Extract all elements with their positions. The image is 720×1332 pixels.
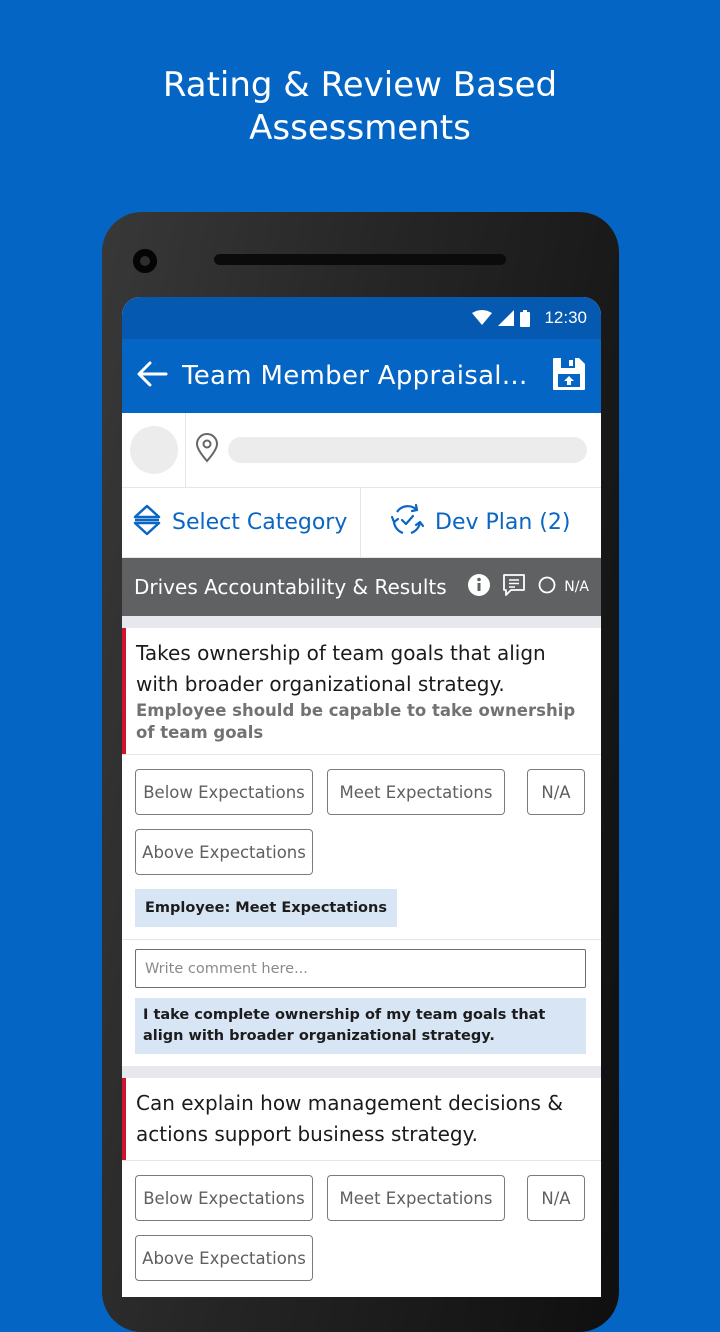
phone-screen: 12:30 Team Member Appraisal... Select Ca… [122,297,601,1297]
na-radio[interactable] [537,575,557,600]
employee-rating-badge: Employee: Meet Expectations [135,889,397,927]
rating-na[interactable]: N/A [527,1175,585,1221]
action-row: Select Category Dev Plan (2) [122,488,601,558]
signal-icon [498,310,515,326]
question-text: Takes ownership of team goals that align… [136,641,546,696]
save-upload-icon [551,356,587,397]
category-name: Drives Accountability & Results [134,575,447,599]
question-card: Takes ownership of team goals that align… [122,628,601,1066]
info-icon[interactable] [467,573,491,602]
question-header: Takes ownership of team goals that align… [122,628,601,754]
comment-input[interactable] [135,949,586,988]
rating-below-expectations[interactable]: Below Expectations [135,769,313,815]
comment-icon[interactable] [501,572,527,603]
rating-options: Below Expectations Meet Expectations N/A… [122,754,601,939]
dev-plan-label: Dev Plan (2) [435,510,571,535]
promo-headline-line2: Assessments [249,108,471,148]
employee-comment: I take complete ownership of my team goa… [135,998,586,1054]
arrow-left-icon [136,361,168,392]
rating-meet-expectations[interactable]: Meet Expectations [327,769,505,815]
section-divider [122,616,601,628]
status-time: 12:30 [544,308,587,327]
dev-plan-button[interactable]: Dev Plan (2) [361,488,601,557]
category-header: Drives Accountability & Results N/A [122,558,601,616]
question-header: Can explain how management decisions & a… [122,1078,601,1160]
avatar[interactable] [129,426,178,474]
na-radio-label: N/A [564,579,589,595]
location-placeholder [228,437,587,463]
speaker-grille [214,254,506,265]
status-bar: 12:30 [122,297,601,339]
app-bar: Team Member Appraisal... [122,339,601,413]
question-hint: Employee should be capable to take owner… [136,701,576,742]
rating-above-expectations[interactable]: Above Expectations [135,829,313,875]
comment-section: I take complete ownership of my team goa… [122,939,601,1066]
profile-row [122,413,601,488]
question-text: Can explain how management decisions & a… [136,1091,563,1146]
promo-headline: Rating & Review Based Assessments [0,64,720,150]
page-title: Team Member Appraisal... [182,361,528,391]
question-card: Can explain how management decisions & a… [122,1078,601,1297]
promo-headline-line1: Rating & Review Based [162,65,558,105]
save-button[interactable] [547,354,591,398]
battery-icon [520,309,531,327]
rating-below-expectations[interactable]: Below Expectations [135,1175,313,1221]
rating-options: Below Expectations Meet Expectations N/A… [122,1160,601,1297]
rating-above-expectations[interactable]: Above Expectations [135,1235,313,1281]
location-pin-icon [194,432,220,468]
front-camera [133,249,157,273]
back-button[interactable] [132,356,172,396]
section-divider [122,1066,601,1078]
rating-na[interactable]: N/A [527,769,585,815]
select-category-label: Select Category [172,510,348,535]
wifi-icon [472,310,493,326]
rating-meet-expectations[interactable]: Meet Expectations [327,1175,505,1221]
select-category-button[interactable]: Select Category [122,488,361,557]
location-row [186,413,601,487]
cycle-check-icon [389,502,425,544]
sort-arrows-icon [132,503,162,543]
